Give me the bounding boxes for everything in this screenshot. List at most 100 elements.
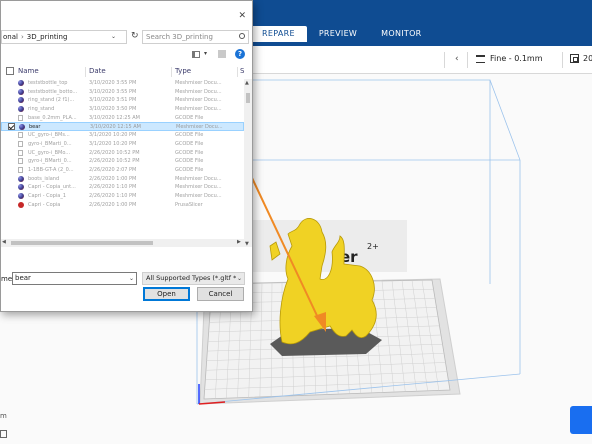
file-type-select[interactable]: All Supported Types (*.gltf *.g ⌄ [142,272,245,285]
file-type: GCODE File [175,158,204,165]
file-row[interactable]: 1-1BB-GT-A (2_0... 2/26/2020 2:07 PM GCODE… [1,166,244,175]
file-name: teststbottle_botto... [28,88,78,95]
divider [444,52,445,68]
address-folder[interactable]: 3D_printing [27,33,68,41]
slice-button[interactable] [570,406,592,434]
print-settings-bar: ‹ Fine - 0.1mm 20 [250,46,592,74]
search-input[interactable]: Search 3D_printing [142,30,249,44]
file-open-dialog: ✕ onal › 3D_printing ⌄ ↻ Search 3D_printin… [0,0,253,312]
file-name: Capri - Copia_unt... [28,184,76,191]
file-row[interactable]: bear 3/10/2020 12:15 AM Meshmixer Docu... [1,122,244,132]
file-row[interactable]: gyro-i_BMarti_0... 3/1/2020 10:20 PM GCODE… [1,140,244,149]
file-icon [18,132,23,139]
file-type: Meshmixer Docu... [175,175,222,182]
open-button[interactable]: Open [143,287,190,301]
meshmixer-file-icon [19,124,25,131]
vertical-scrollbar[interactable]: ▲ ▼ [244,79,252,247]
file-row[interactable]: teststbottle_top 3/10/2020 3:55 PM Meshmix… [1,79,244,88]
preview-pane-icon[interactable] [218,50,226,58]
refresh-icon[interactable]: ↻ [131,31,139,41]
divider [171,67,172,77]
scroll-up-icon[interactable]: ▲ [245,80,249,86]
file-row[interactable]: ring_stand 3/10/2020 3:50 PM Meshmixer Doc… [1,105,244,114]
divider [562,52,563,68]
file-date: 3/1/2020 10:20 PM [89,132,137,139]
file-row[interactable]: ring_stand (2 f1)... 3/10/2020 3:51 PM Mes… [1,96,244,105]
file-type: PrusaSlicer [175,201,203,208]
file-name: UC_gyro-i_BMo... [28,149,71,156]
object-list-icon[interactable] [0,430,7,438]
file-date: 2/26/2020 1:10 PM [89,184,137,191]
file-date: 2/26/2020 1:00 PM [89,201,137,208]
meshmixer-file-icon [18,192,24,199]
column-date[interactable]: Date [89,67,106,75]
file-name: ring_stand [28,106,55,113]
divider [237,67,238,77]
file-type-value: All Supported Types (*.gltf *.g [146,274,243,282]
file-type: GCODE File [175,114,204,121]
file-row[interactable]: Capri - Copia_unt... 2/26/2020 1:10 PM Mes… [1,183,244,192]
file-type: GCODE File [175,140,204,147]
file-type: GCODE File [175,149,204,156]
help-icon[interactable]: ? [235,49,245,59]
chevron-down-icon[interactable]: ▾ [204,50,207,57]
scroll-left-icon[interactable]: ◀ [2,239,6,245]
column-size[interactable]: S [240,67,244,75]
file-date: 2/26/2020 10:52 PM [89,149,140,156]
file-type: Meshmixer Docu... [175,192,222,199]
file-row[interactable]: Capri - Copia 2/26/2020 1:00 PM PrusaSlice… [1,201,244,210]
horizontal-scrollbar[interactable]: ◀ ▶ [1,239,244,247]
file-type: Meshmixer Docu... [175,88,222,95]
file-icon [18,140,23,147]
tab-prepare[interactable]: REPARE [250,26,307,42]
file-row[interactable]: gyro-i_BMarti_0... 2/26/2020 10:52 PM GCOD… [1,157,244,166]
address-bar[interactable]: onal › 3D_printing ⌄ [1,30,127,44]
file-row[interactable]: base_0.2mm_PLA... 3/10/2020 12:25 AM GCODE… [1,114,244,123]
chevron-down-icon: ⌄ [235,273,242,284]
file-row[interactable]: Capri - Copia_1 2/26/2020 1:10 PM Meshmixe… [1,192,244,201]
chevron-down-icon[interactable]: ⌄ [129,273,134,284]
divider [467,52,468,68]
stage-tabs: REPARE PREVIEW MONITOR [250,26,434,42]
scrollbar-thumb[interactable] [11,241,153,245]
file-row[interactable]: boots_island 2/26/2020 1:00 PM Meshmixer D… [1,175,244,184]
file-name: bear [29,124,41,131]
file-date: 2/26/2020 2:07 PM [89,166,137,173]
row-checkbox[interactable] [8,123,15,131]
file-date: 3/10/2020 3:50 PM [89,106,137,113]
meshmixer-file-icon [18,184,24,191]
infill-icon [570,54,579,63]
file-date: 2/26/2020 1:00 PM [89,175,137,182]
file-name-input[interactable]: bear ⌄ [12,272,137,285]
file-name: Capri - Copia_1 [28,192,67,199]
close-icon[interactable]: ✕ [238,11,246,21]
file-date: 2/26/2020 10:52 PM [89,158,140,165]
file-type: Meshmixer Docu... [175,80,222,86]
meshmixer-file-icon [18,80,24,86]
scrollbar-thumb[interactable] [246,93,250,103]
file-row[interactable]: UC_gyro-i_BMo... 2/26/2020 10:52 PM GCODE … [1,149,244,158]
file-name: ring_stand (2 f1)... [28,97,75,104]
chevron-left-icon[interactable]: ‹ [455,54,459,64]
scroll-right-icon[interactable]: ▶ [237,239,241,245]
file-name: boots_island [28,175,60,182]
cancel-button[interactable]: Cancel [197,287,244,301]
column-name[interactable]: Name [18,67,39,75]
file-type: Meshmixer Docu... [175,97,222,104]
file-row[interactable]: UC_gyro-i_BMs... 3/1/2020 10:20 PM GCODE F… [1,131,244,140]
print-profile-button[interactable]: Fine - 0.1mm [476,54,543,63]
column-type[interactable]: Type [175,67,191,75]
select-all-checkbox[interactable] [6,67,14,75]
view-options-icon[interactable] [192,51,200,58]
tab-monitor[interactable]: MONITOR [369,26,433,42]
infill-indicator[interactable]: 20 [570,54,592,63]
chevron-down-icon[interactable]: ⌄ [111,31,116,43]
build-volume-edge [489,79,521,161]
file-list-header: Name Date Type S [1,65,246,78]
profile-label: Fine - 0.1mm [490,54,543,63]
file-date: 3/10/2020 3:51 PM [89,97,137,104]
tab-preview[interactable]: PREVIEW [307,26,369,42]
scroll-down-icon[interactable]: ▼ [245,241,249,247]
file-row[interactable]: teststbottle_botto... 3/10/2020 3:55 PM Me… [1,88,244,97]
divider [85,67,86,77]
